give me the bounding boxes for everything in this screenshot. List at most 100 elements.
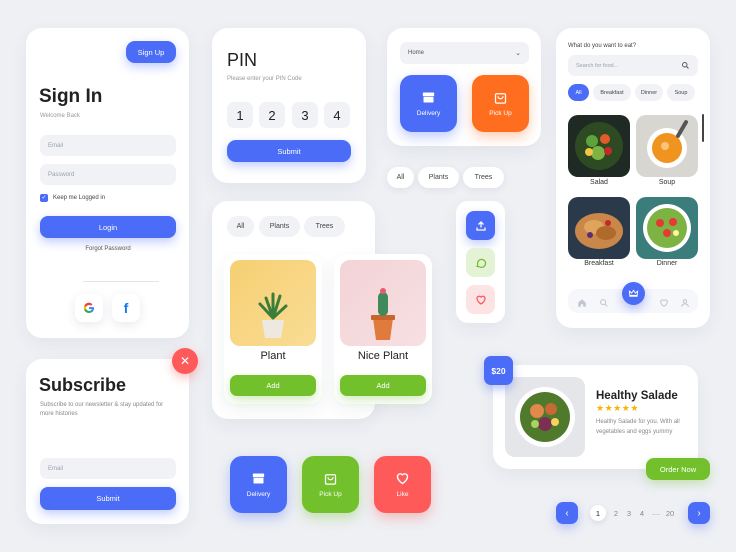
forgot-password-link[interactable]: Forgot Password [40,246,176,252]
subscribe-submit-button[interactable]: Submit [40,487,176,510]
home-dropdown[interactable]: Home ⌄ [400,42,529,64]
chevron-down-icon: ⌄ [515,50,521,57]
plants-tab-trees[interactable]: Trees [304,216,345,237]
chevron-right-icon: › [697,507,701,519]
food-search-placeholder: Search for food... [576,62,619,69]
food-app-card: What do you want to eat? Search for food… [556,28,710,328]
bottom-pickup-tile[interactable]: Pick Up [302,456,359,513]
page-3[interactable]: 3 [622,509,636,518]
scrollbar[interactable] [702,114,704,142]
nav-search-icon[interactable] [599,295,609,313]
product-rating: ★★★★★ [596,403,639,414]
breakfast-image[interactable] [568,197,630,259]
bottom-delivery-label: Delivery [246,491,271,498]
salad-image[interactable] [568,115,630,177]
plant-add-button[interactable]: Add [230,375,316,396]
soup-image[interactable] [636,115,698,177]
chip-plants[interactable]: Plants [418,167,459,188]
pin-subtitle: Please enter your PIN Code [227,76,302,82]
food-question: What do you want to eat? [568,43,637,49]
remember-label: Keep me Logged in [53,195,106,201]
signin-card: Sign Up Sign In Welcome Back Email Passw… [26,28,189,338]
crown-icon [628,289,639,297]
bag-icon [324,474,337,485]
pin-submit-button[interactable]: Submit [227,140,351,162]
email-field[interactable]: Email [40,135,176,156]
close-icon: ✕ [179,354,191,368]
category-breakfast[interactable]: Breakfast [593,84,631,101]
subscribe-email-field[interactable]: Email [40,458,176,479]
remember-checkbox[interactable]: ✓ [40,194,48,202]
page-2[interactable]: 2 [609,509,623,518]
plants-tab-plants[interactable]: Plants [259,216,300,237]
google-login-button[interactable] [75,294,103,322]
upload-button[interactable] [466,211,495,240]
pin-title: PIN [227,50,258,70]
order-now-button[interactable]: Order Now [646,458,710,480]
login-button[interactable]: Login [40,216,176,238]
category-all[interactable]: All [568,84,589,101]
food-search-input[interactable]: Search for food... [568,55,698,76]
product-card: Healthy Salade ★★★★★ Healthy Salade for … [493,365,698,469]
close-button[interactable]: ✕ [172,348,198,374]
signup-button[interactable]: Sign Up [126,41,176,63]
pin-digit-4[interactable]: 4 [324,102,350,128]
bottom-delivery-tile[interactable]: Delivery [230,456,287,513]
bottom-like-label: Like [396,491,409,498]
signin-title: Sign In [39,86,103,107]
category-soup[interactable]: Soup [667,84,695,101]
box-icon [422,92,435,103]
page-1[interactable]: 1 [590,505,606,521]
pin-digit-3[interactable]: 3 [292,102,318,128]
plants-tab-all[interactable]: All [227,216,254,237]
pickup-tile[interactable]: Pick Up [472,75,529,132]
subscribe-description: Subscribe to our newsletter & stay updat… [40,402,164,417]
plant-item-card[interactable]: Plant Add [224,254,322,404]
nice-plant-item-card[interactable]: Nice Plant Add [334,254,432,404]
nav-heart-icon[interactable] [659,295,669,313]
facebook-login-button[interactable]: f [112,294,140,322]
pickup-tile-label: Pick Up [489,110,512,117]
product-image[interactable] [505,377,585,457]
crown-button[interactable] [622,282,645,305]
star-icon: ★ [613,403,622,413]
breakfast-label: Breakfast [584,260,614,267]
chip-all[interactable]: All [387,167,414,188]
next-page-button[interactable]: › [688,502,710,524]
pin-card: PIN Please enter your PIN Code 1 2 3 4 S… [212,28,366,183]
divider [83,281,159,282]
dinner-image[interactable] [636,197,698,259]
chip-trees[interactable]: Trees [463,167,504,188]
product-description: Healthy Salade for you. With all vegetab… [596,419,680,435]
user-icon[interactable] [680,295,690,313]
search-icon [682,62,689,69]
plant-name: Plant [260,350,286,362]
bottom-like-tile[interactable]: Like [374,456,431,513]
chat-icon [475,258,486,268]
salad-label: Salad [590,179,608,186]
heart-icon [396,473,409,485]
page-20[interactable]: 20 [662,509,678,518]
bag-icon [494,93,507,104]
favorite-button[interactable] [466,285,495,314]
nice-plant-add-button[interactable]: Add [340,375,426,396]
page-4[interactable]: 4 [635,509,649,518]
pin-digit-1[interactable]: 1 [227,102,253,128]
upload-icon [475,220,486,231]
prev-page-button[interactable]: ‹ [556,502,578,524]
google-icon [83,302,94,314]
delivery-tile[interactable]: Delivery [400,75,457,132]
home-icon[interactable] [577,295,587,313]
category-dinner[interactable]: Dinner [635,84,663,101]
dinner-label: Dinner [656,260,678,267]
chevron-left-icon: ‹ [565,507,569,519]
star-icon: ★ [596,403,605,413]
dropdown-card: Home ⌄ Delivery Pick Up [387,28,541,146]
password-field[interactable]: Password [40,164,176,185]
pin-digit-2[interactable]: 2 [259,102,285,128]
chat-button[interactable] [466,248,495,277]
box-icon [252,473,265,484]
facebook-icon: f [123,300,129,316]
dropdown-value: Home [408,50,425,56]
soup-label: Soup [658,179,676,186]
